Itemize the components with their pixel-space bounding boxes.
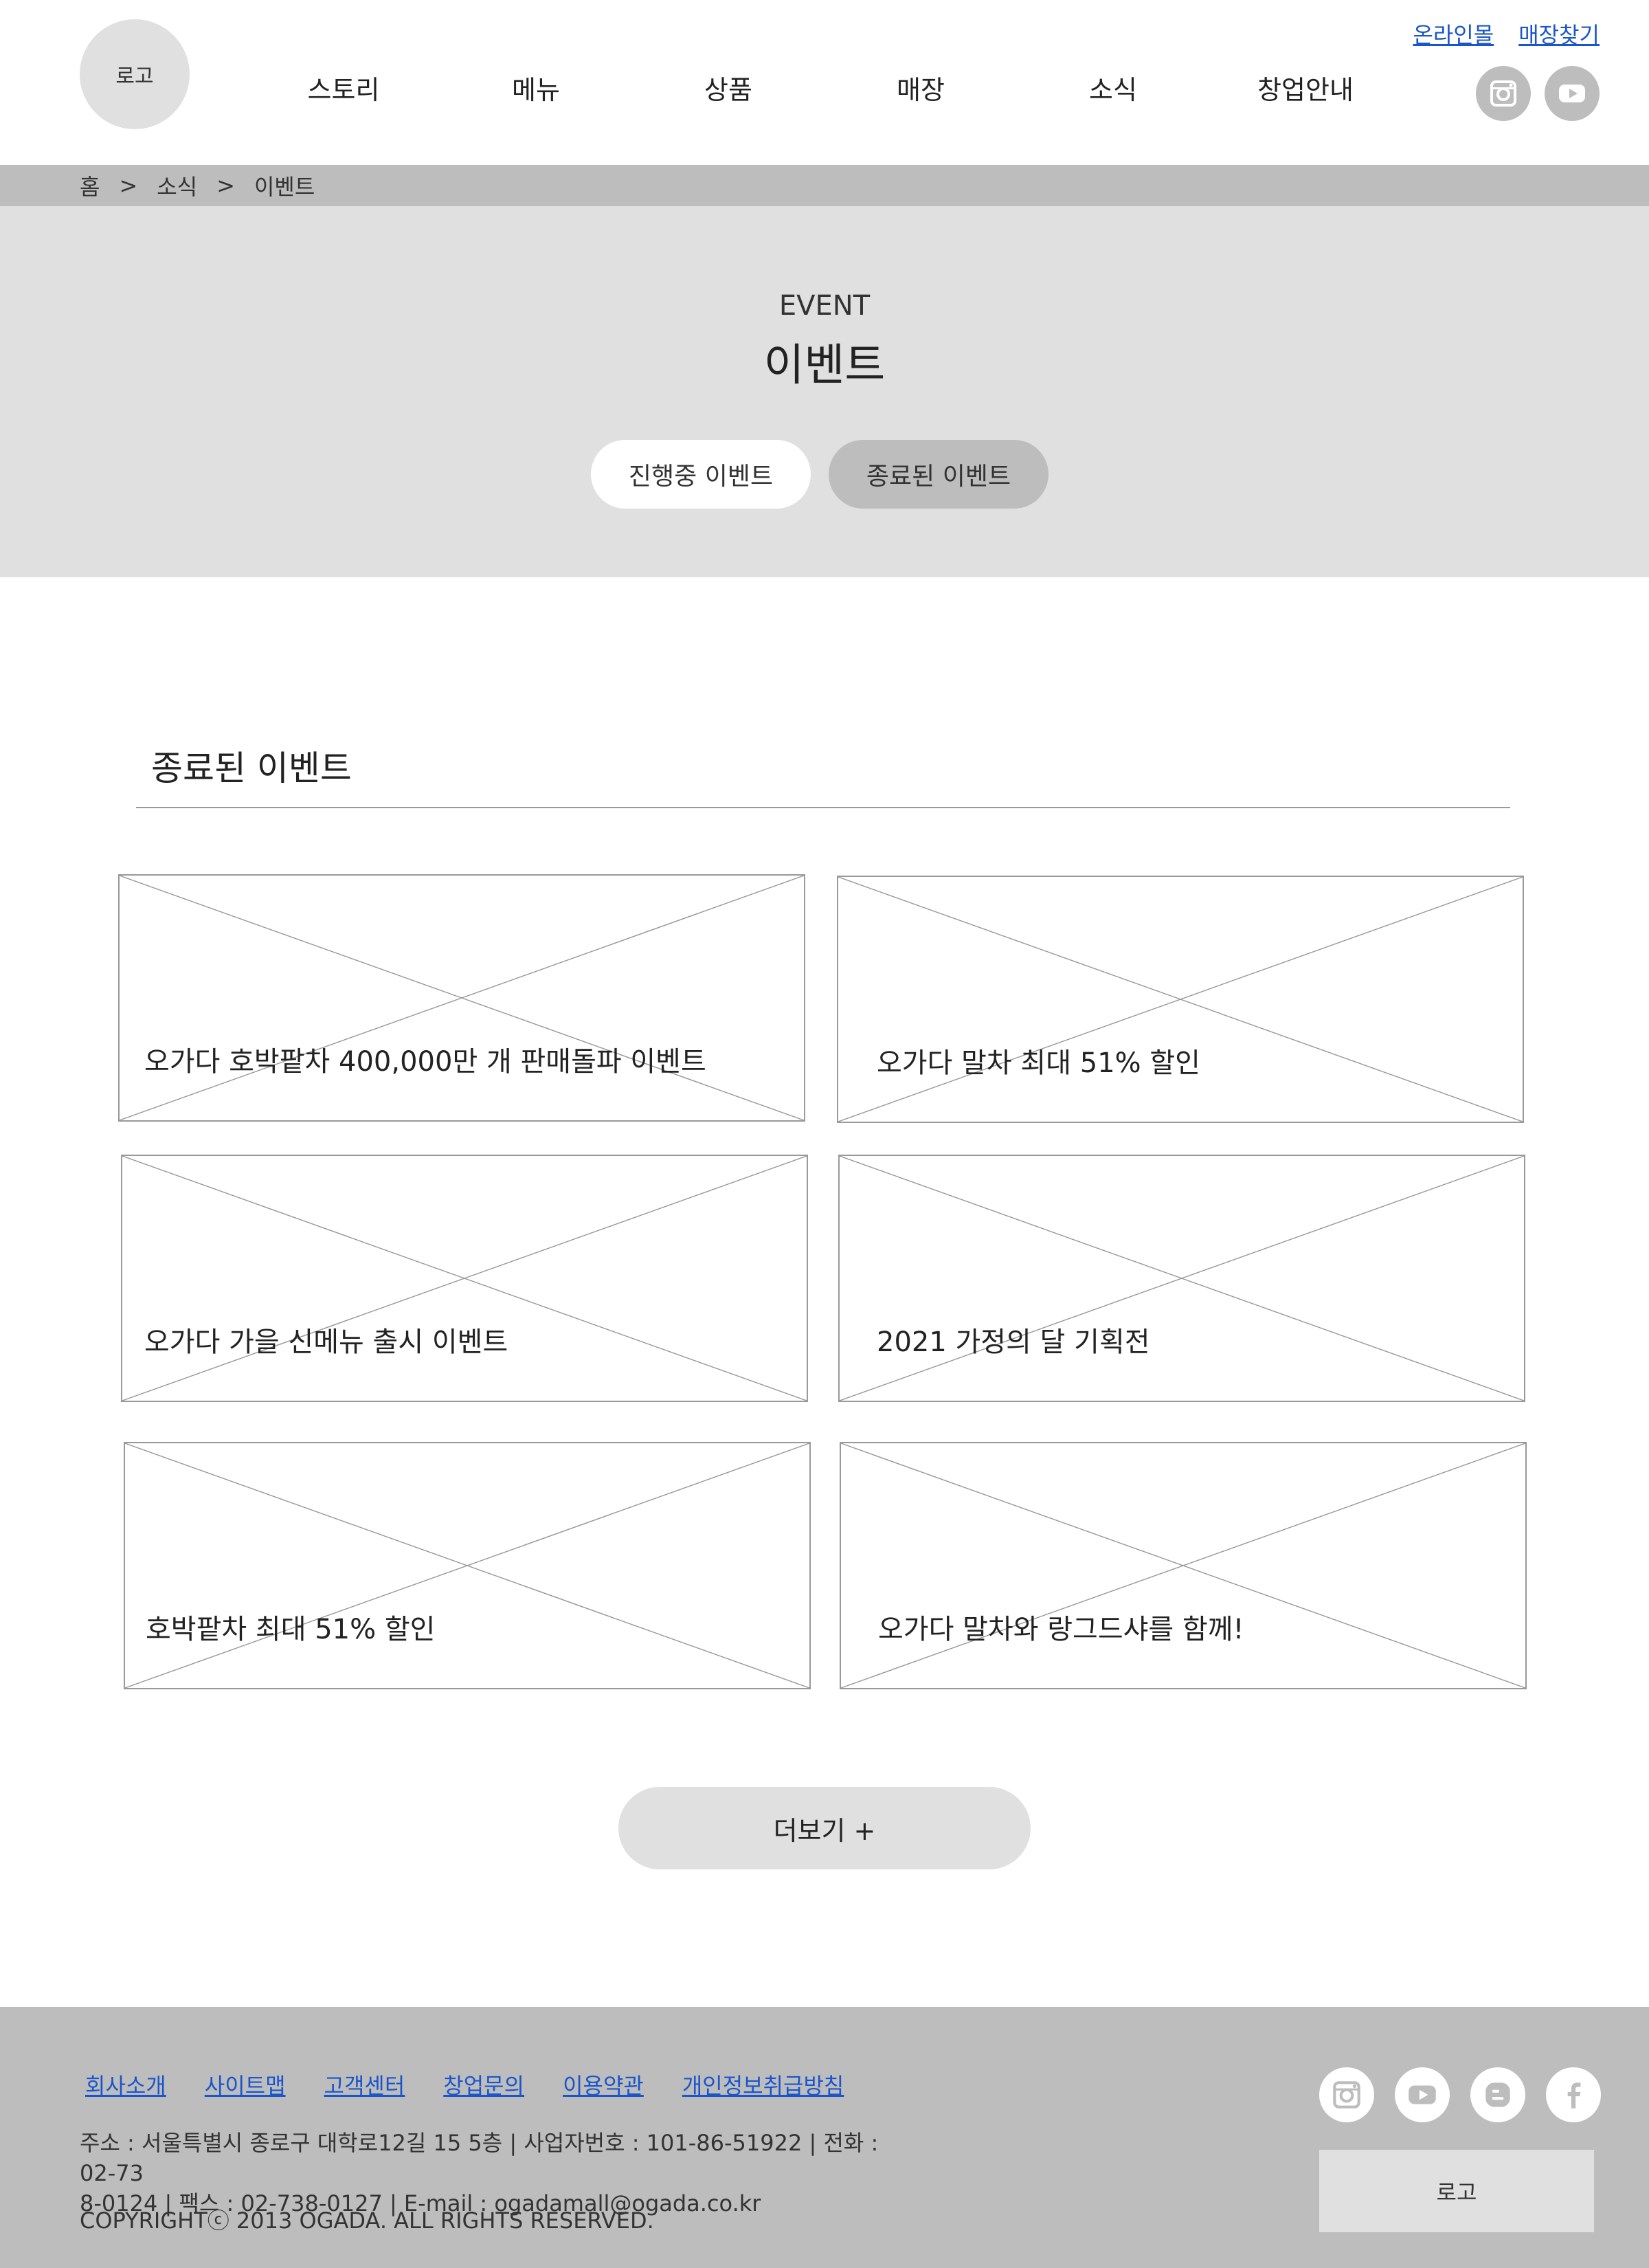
section-title: 종료된 이벤트 bbox=[151, 748, 352, 788]
image-placeholder-icon bbox=[125, 1443, 809, 1688]
nav-item-menu[interactable]: 메뉴 bbox=[440, 69, 632, 107]
event-card-title: 호박팥차 최대 51% 할인 bbox=[146, 1614, 436, 1645]
store-finder-link[interactable]: 매장찾기 bbox=[1518, 18, 1600, 49]
event-card-title: 2021 가정의 달 기획전 bbox=[877, 1326, 1150, 1358]
blogger-icon[interactable] bbox=[1470, 2067, 1525, 2122]
footer-link-terms[interactable]: 이용약관 bbox=[563, 2069, 644, 2100]
tab-ongoing-events[interactable]: 진행중 이벤트 bbox=[591, 440, 811, 509]
event-card-title: 오가다 말차와 랑그드샤를 함께! bbox=[878, 1614, 1244, 1645]
breadcrumb-separator: > bbox=[216, 173, 235, 199]
facebook-icon[interactable] bbox=[1546, 2067, 1601, 2122]
header-social bbox=[1476, 66, 1600, 121]
site-header: 로고 온라인몰 매장찾기 스토리 메뉴 상품 매장 소식 창업안내 bbox=[0, 0, 1649, 165]
copyright: COPYRIGHTⓒ 2013 OGADA. ALL RIGHTS RESERV… bbox=[80, 2208, 654, 2234]
event-card[interactable]: 오가다 말차와 랑그드샤를 함께! bbox=[840, 1442, 1527, 1689]
event-card-title: 오가다 가을 신메뉴 출시 이벤트 bbox=[144, 1326, 508, 1358]
breadcrumb-separator: > bbox=[119, 173, 138, 199]
event-card-title: 오가다 말차 최대 51% 할인 bbox=[877, 1047, 1200, 1079]
event-card[interactable]: 호박팥차 최대 51% 할인 bbox=[124, 1442, 811, 1689]
event-card-title: 오가다 호박팥차 400,000만 개 판매돌파 이벤트 bbox=[144, 1046, 706, 1078]
page-title: 이벤트 bbox=[763, 340, 886, 391]
breadcrumb: 홈 > 소식 > 이벤트 bbox=[0, 165, 1649, 206]
page-hero: EVENT 이벤트 진행중 이벤트 종료된 이벤트 bbox=[0, 206, 1649, 577]
event-card[interactable]: 2021 가정의 달 기획전 bbox=[838, 1155, 1525, 1402]
nav-item-story[interactable]: 스토리 bbox=[247, 69, 440, 107]
footer-link-support[interactable]: 고객센터 bbox=[324, 2069, 405, 2100]
nav-item-franchise[interactable]: 창업안내 bbox=[1209, 69, 1402, 107]
footer-social bbox=[1319, 2067, 1601, 2122]
logo[interactable]: 로고 bbox=[80, 19, 190, 129]
top-links: 온라인몰 매장찾기 bbox=[1413, 18, 1600, 49]
section-divider bbox=[136, 807, 1510, 808]
online-mall-link[interactable]: 온라인몰 bbox=[1413, 18, 1494, 49]
footer-logo[interactable]: 로고 bbox=[1319, 2150, 1594, 2232]
image-placeholder-icon bbox=[838, 877, 1523, 1122]
breadcrumb-home[interactable]: 홈 bbox=[80, 170, 100, 201]
nav-item-stores[interactable]: 매장 bbox=[824, 69, 1017, 107]
footer-links: 회사소개 사이트맵 고객센터 창업문의 이용약관 개인정보취급방침 bbox=[85, 2069, 844, 2100]
breadcrumb-news[interactable]: 소식 bbox=[157, 170, 197, 201]
load-more-button[interactable]: 더보기 + bbox=[618, 1787, 1031, 1869]
image-placeholder-icon bbox=[122, 1156, 807, 1401]
site-footer: 회사소개 사이트맵 고객센터 창업문의 이용약관 개인정보취급방침 주소 : 서… bbox=[0, 2007, 1649, 2268]
image-placeholder-icon bbox=[120, 876, 804, 1120]
company-info-line: 주소 : 서울특별시 종로구 대학로12길 15 5층 | 사업자번호 : 10… bbox=[80, 2130, 879, 2186]
image-placeholder-icon bbox=[840, 1156, 1524, 1401]
instagram-icon[interactable] bbox=[1319, 2067, 1374, 2122]
page-subtitle: EVENT bbox=[778, 290, 871, 322]
tab-ended-events[interactable]: 종료된 이벤트 bbox=[829, 440, 1048, 509]
event-card[interactable]: 오가다 가을 신메뉴 출시 이벤트 bbox=[121, 1155, 808, 1402]
youtube-icon[interactable] bbox=[1545, 66, 1600, 121]
footer-link-sitemap[interactable]: 사이트맵 bbox=[205, 2069, 286, 2100]
footer-link-franchise-inquiry[interactable]: 창업문의 bbox=[443, 2069, 524, 2100]
nav-item-news[interactable]: 소식 bbox=[1017, 69, 1209, 107]
logo-text: 로고 bbox=[115, 65, 154, 89]
footer-link-company[interactable]: 회사소개 bbox=[85, 2069, 166, 2100]
instagram-icon[interactable] bbox=[1476, 66, 1531, 121]
footer-logo-text: 로고 bbox=[1436, 2179, 1477, 2205]
main-nav: 스토리 메뉴 상품 매장 소식 창업안내 bbox=[247, 69, 1402, 107]
breadcrumb-current: 이벤트 bbox=[254, 174, 315, 200]
event-card[interactable]: 오가다 말차 최대 51% 할인 bbox=[837, 876, 1524, 1123]
image-placeholder-icon bbox=[841, 1443, 1525, 1688]
youtube-icon[interactable] bbox=[1395, 2067, 1450, 2122]
event-card[interactable]: 오가다 호박팥차 400,000만 개 판매돌파 이벤트 bbox=[118, 874, 805, 1122]
footer-link-privacy[interactable]: 개인정보취급방침 bbox=[682, 2069, 844, 2100]
nav-item-products[interactable]: 상품 bbox=[632, 69, 824, 107]
